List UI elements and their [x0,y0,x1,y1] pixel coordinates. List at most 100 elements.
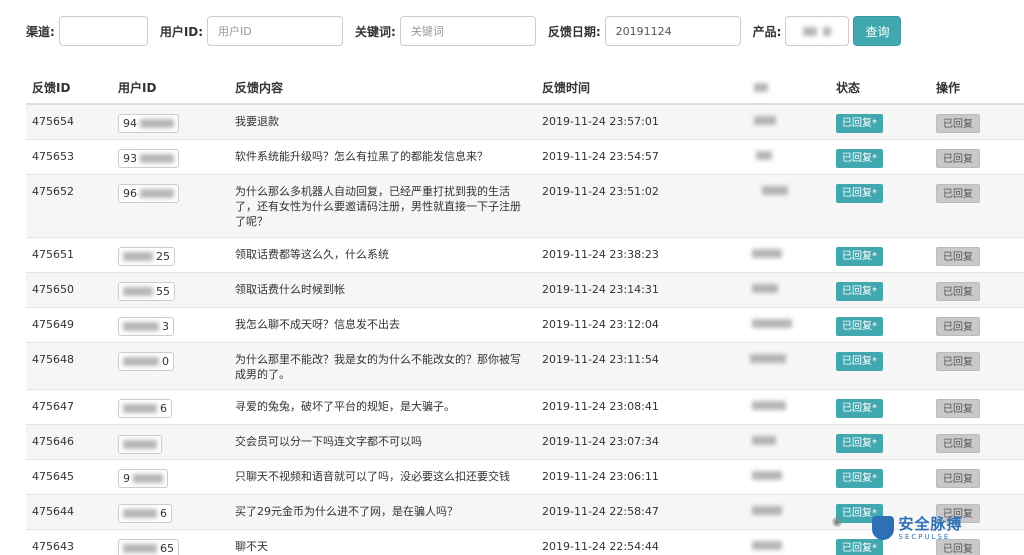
feedback-id: 475651 [26,236,112,272]
user-id-visible: 93 [123,151,137,165]
operation-button[interactable]: 已回复 [936,351,980,371]
user-id-box[interactable]: 65 [118,538,179,555]
feedback-time: 2019-11-24 22:58:47 [536,493,732,529]
feedback-content: 为什么那里不能改？我是女的为什么不能改女的？那你被写成男的了。 [229,341,536,389]
table-row: 475647 6 寻爱的兔兔，破坏了平台的规矩，是大骗子。 2019-11-24… [26,388,1024,424]
product-label: 产品: [752,24,782,39]
user-id-box[interactable]: 6 [118,398,172,418]
operation-button[interactable]: 已回复 [936,433,980,453]
feedback-time: 2019-11-24 23:38:23 [536,236,732,272]
user-id-box[interactable]: 9 [118,468,168,488]
feedback-time: 2019-11-24 23:54:57 [536,138,732,174]
table-header: 反馈ID 用户ID 反馈内容 反馈时间 状态 操作 [26,72,1024,105]
user-id-visible: 25 [156,249,170,263]
feedback-id: 475646 [26,423,112,459]
user-id-box[interactable]: 3 [118,316,174,336]
feedback-id: 475649 [26,306,112,342]
redacted-cell [752,283,778,293]
col-user-id: 用户ID [112,72,229,105]
feedback-id: 475650 [26,271,112,307]
status-replied-button[interactable]: 已回复* [836,503,883,523]
userid-input[interactable] [207,16,344,46]
col-time: 反馈时间 [536,72,732,105]
table-row: 475648 0 为什么那里不能改？我是女的为什么不能改女的？那你被写成男的了。… [26,341,1024,389]
table-row: 475652 96 为什么那么多机器人自动回复，已经严重打扰到我的生活了，还有女… [26,173,1024,237]
redacted-cell [756,150,772,160]
col-redacted [732,72,830,105]
feedback-content: 寻爱的兔兔，破坏了平台的规矩，是大骗子。 [229,388,536,424]
redacted-user-id [123,403,157,413]
user-id-visible: 3 [162,319,169,333]
user-id-box[interactable]: 25 [118,246,175,266]
user-id-box[interactable]: 94 [118,114,179,133]
feedback-id: 475648 [26,341,112,389]
redacted-cell [752,540,782,550]
product-select[interactable] [785,16,850,46]
status-replied-button[interactable]: 已回复* [836,468,883,488]
status-replied-button[interactable]: 已回复* [836,351,883,371]
table-row: 475646 交会员可以分一下吗连文字都不可以吗 2019-11-24 23:0… [26,423,1024,459]
feedback-content: 领取话费什么时候到帐 [229,271,536,307]
operation-button[interactable]: 已回复 [936,398,980,418]
redacted-user-id [140,153,174,163]
status-replied-button[interactable]: 已回复* [836,433,883,453]
redacted-user-id [123,356,159,366]
operation-button[interactable]: 已回复 [936,281,980,301]
operation-button[interactable]: 已回复 [936,503,980,523]
operation-button[interactable]: 已回复 [936,246,980,266]
user-id-box[interactable] [118,435,162,454]
status-replied-button[interactable]: 已回复* [836,114,883,133]
redacted-cell [752,435,776,445]
user-id-box[interactable]: 55 [118,281,175,301]
feedback-time: 2019-11-24 22:54:44 [536,528,732,555]
status-replied-button[interactable]: 已回复* [836,398,883,418]
status-replied-button[interactable]: 已回复* [836,316,883,336]
feedback-time: 2019-11-24 23:14:31 [536,271,732,307]
feedback-id: 475653 [26,138,112,174]
status-replied-button[interactable]: 已回复* [836,281,883,301]
redacted-cell [762,185,788,195]
user-id-box[interactable]: 0 [118,351,174,371]
feedback-content: 聊不天 [229,528,536,555]
redacted-cell [754,116,776,125]
feedback-content: 交会员可以分一下吗连文字都不可以吗 [229,423,536,459]
user-id-visible: 0 [162,354,169,368]
status-replied-button[interactable]: 已回复* [836,246,883,266]
feedback-time: 2019-11-24 23:12:04 [536,306,732,342]
feedback-content: 为什么那么多机器人自动回复，已经严重打扰到我的生活了，还有女性为什么要邀请码注册… [229,173,536,237]
keyword-input[interactable] [399,16,536,46]
status-replied-button[interactable]: 已回复* [836,538,883,555]
keyword-label: 关键词: [355,24,396,39]
col-feedback-id: 反馈ID [26,72,112,105]
operation-button[interactable]: 已回复 [936,468,980,488]
redacted-user-id [123,251,153,261]
col-content: 反馈内容 [229,72,536,105]
user-id-box[interactable]: 93 [118,148,179,168]
redacted-user-id [123,321,159,331]
operation-button[interactable]: 已回复 [936,538,980,555]
operation-button[interactable]: 已回复 [936,114,980,133]
user-id-box[interactable]: 6 [118,503,172,523]
col-operation: 操作 [930,72,1024,105]
feedback-id: 475654 [26,103,112,139]
status-replied-button[interactable]: 已回复* [836,183,883,203]
redacted-user-id [133,473,163,483]
status-replied-button[interactable]: 已回复* [836,148,883,168]
feedback-time: 2019-11-24 23:51:02 [536,173,732,237]
feedback-id: 475645 [26,458,112,494]
channel-input[interactable] [58,16,148,46]
table-row: 475653 93 软件系统能升级吗？怎么有拉黑了的都能发信息来？ 2019-1… [26,138,1024,174]
redacted-user-id [123,286,153,296]
query-button[interactable]: 查询 [853,16,902,46]
operation-button[interactable]: 已回复 [936,148,980,168]
redacted-user-id [140,119,174,128]
operation-button[interactable]: 已回复 [936,316,980,336]
redacted-cell [752,248,782,258]
operation-button[interactable]: 已回复 [936,183,980,203]
user-id-visible: 94 [123,117,137,130]
user-id-box[interactable]: 96 [118,183,179,203]
redacted-header [754,82,768,92]
redacted-user-id [123,440,157,449]
redacted-product-2 [823,26,832,36]
date-input[interactable] [604,16,741,46]
